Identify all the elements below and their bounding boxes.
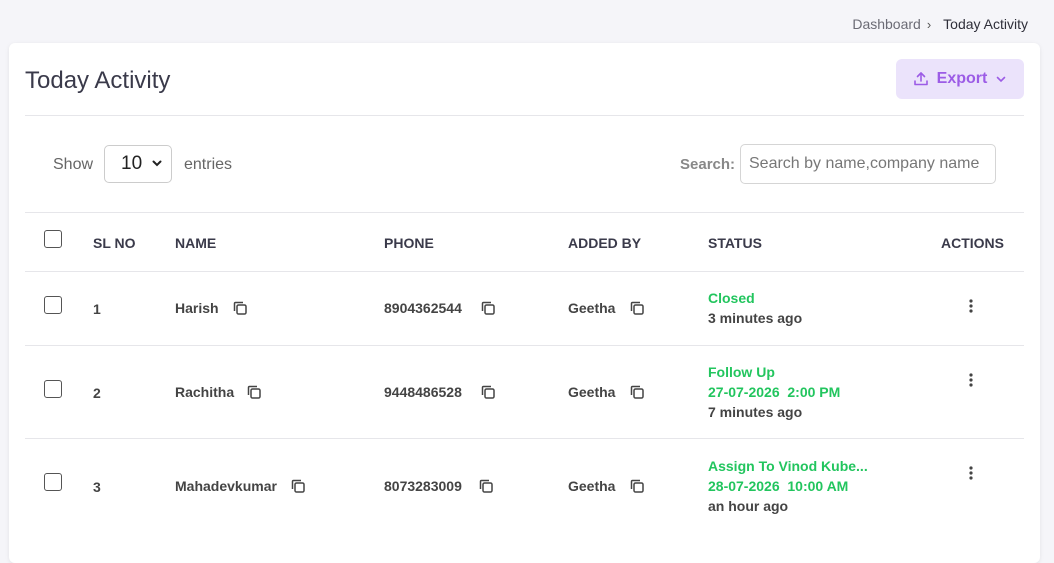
breadcrumb-separator: › [926, 16, 932, 32]
header-actions: ACTIONS [941, 235, 1004, 251]
row-checkbox[interactable] [44, 473, 62, 491]
row-phone: 8904362544 [384, 300, 462, 316]
copy-icon[interactable] [480, 384, 496, 405]
copy-icon[interactable] [478, 478, 494, 499]
row-phone: 8073283009 [384, 478, 462, 494]
show-label: Show [53, 156, 94, 173]
chevron-down-icon [995, 73, 1007, 85]
table-row: 2 Rachitha 9448486528 Geetha Follow Up 2… [25, 345, 1024, 438]
more-vertical-icon[interactable] [968, 465, 974, 486]
copy-icon[interactable] [480, 300, 496, 321]
status-time: 3 minutes ago [708, 310, 803, 326]
copy-icon[interactable] [290, 478, 306, 499]
breadcrumb: Dashboard › Today Activity [852, 16, 1028, 32]
more-vertical-icon[interactable] [968, 298, 974, 319]
header-added-by[interactable]: ADDED BY [568, 235, 641, 251]
search-input[interactable] [740, 144, 996, 184]
more-vertical-icon[interactable] [968, 372, 974, 393]
header-status[interactable]: STATUS [708, 235, 762, 251]
status-detail: 27-07-2026 2:00 PM [708, 384, 841, 400]
row-name: Rachitha [175, 384, 235, 400]
breadcrumb-current: Today Activity [943, 16, 1028, 32]
row-sl-no: 3 [93, 479, 101, 495]
row-added-by: Geetha [568, 300, 616, 316]
select-all-checkbox[interactable] [44, 230, 62, 248]
entries-value: 10 [121, 153, 143, 174]
row-status: Closed 3 minutes ago [708, 288, 802, 328]
activity-card: Today Activity Export Show 10 entries Se… [9, 43, 1040, 563]
row-checkbox[interactable] [44, 380, 62, 398]
export-label: Export [936, 70, 988, 87]
card-header: Today Activity Export [25, 43, 1024, 116]
header-sl-no[interactable]: SL NO [93, 235, 136, 251]
row-sl-no: 2 [93, 385, 101, 401]
copy-icon[interactable] [232, 300, 248, 321]
status-label: Closed [708, 290, 755, 306]
row-added-by: Geetha [568, 478, 616, 494]
status-time: an hour ago [708, 498, 789, 514]
entries-select[interactable]: 10 [104, 145, 172, 183]
export-button[interactable]: Export [896, 59, 1024, 99]
upload-icon [913, 71, 929, 87]
copy-icon[interactable] [629, 478, 645, 499]
table-row: 3 Mahadevkumar 8073283009 Geetha Assign … [25, 438, 1024, 539]
search-label: Search: [680, 156, 736, 173]
header-phone[interactable]: PHONE [384, 235, 434, 251]
activity-table: SL NO NAME PHONE ADDED BY STATUS ACTIONS… [25, 212, 1024, 539]
page-title: Today Activity [25, 67, 171, 94]
status-label: Follow Up [708, 364, 775, 380]
status-time: 7 minutes ago [708, 404, 803, 420]
row-phone: 9448486528 [384, 384, 462, 400]
copy-icon[interactable] [629, 300, 645, 321]
copy-icon[interactable] [629, 384, 645, 405]
row-status: Follow Up 27-07-2026 2:00 PM 7 minutes a… [708, 362, 840, 422]
entries-label: entries [184, 156, 233, 173]
row-checkbox[interactable] [44, 296, 62, 314]
row-added-by: Geetha [568, 384, 616, 400]
row-sl-no: 1 [93, 301, 101, 317]
copy-icon[interactable] [246, 384, 262, 405]
status-label: Assign To Vinod Kube... [708, 458, 868, 474]
row-status: Assign To Vinod Kube... 28-07-2026 10:00… [708, 456, 868, 516]
chevron-down-icon [151, 153, 163, 175]
table-controls: Show 10 entries Search: [25, 143, 1024, 187]
row-name: Mahadevkumar [175, 478, 277, 494]
row-name: Harish [175, 300, 219, 316]
header-name[interactable]: NAME [175, 235, 216, 251]
breadcrumb-dashboard-link[interactable]: Dashboard [852, 16, 921, 32]
table-row: 1 Harish 8904362544 Geetha Closed 3 minu… [25, 271, 1024, 345]
status-detail: 28-07-2026 10:00 AM [708, 478, 849, 494]
table-header-row: SL NO NAME PHONE ADDED BY STATUS ACTIONS [25, 212, 1024, 271]
